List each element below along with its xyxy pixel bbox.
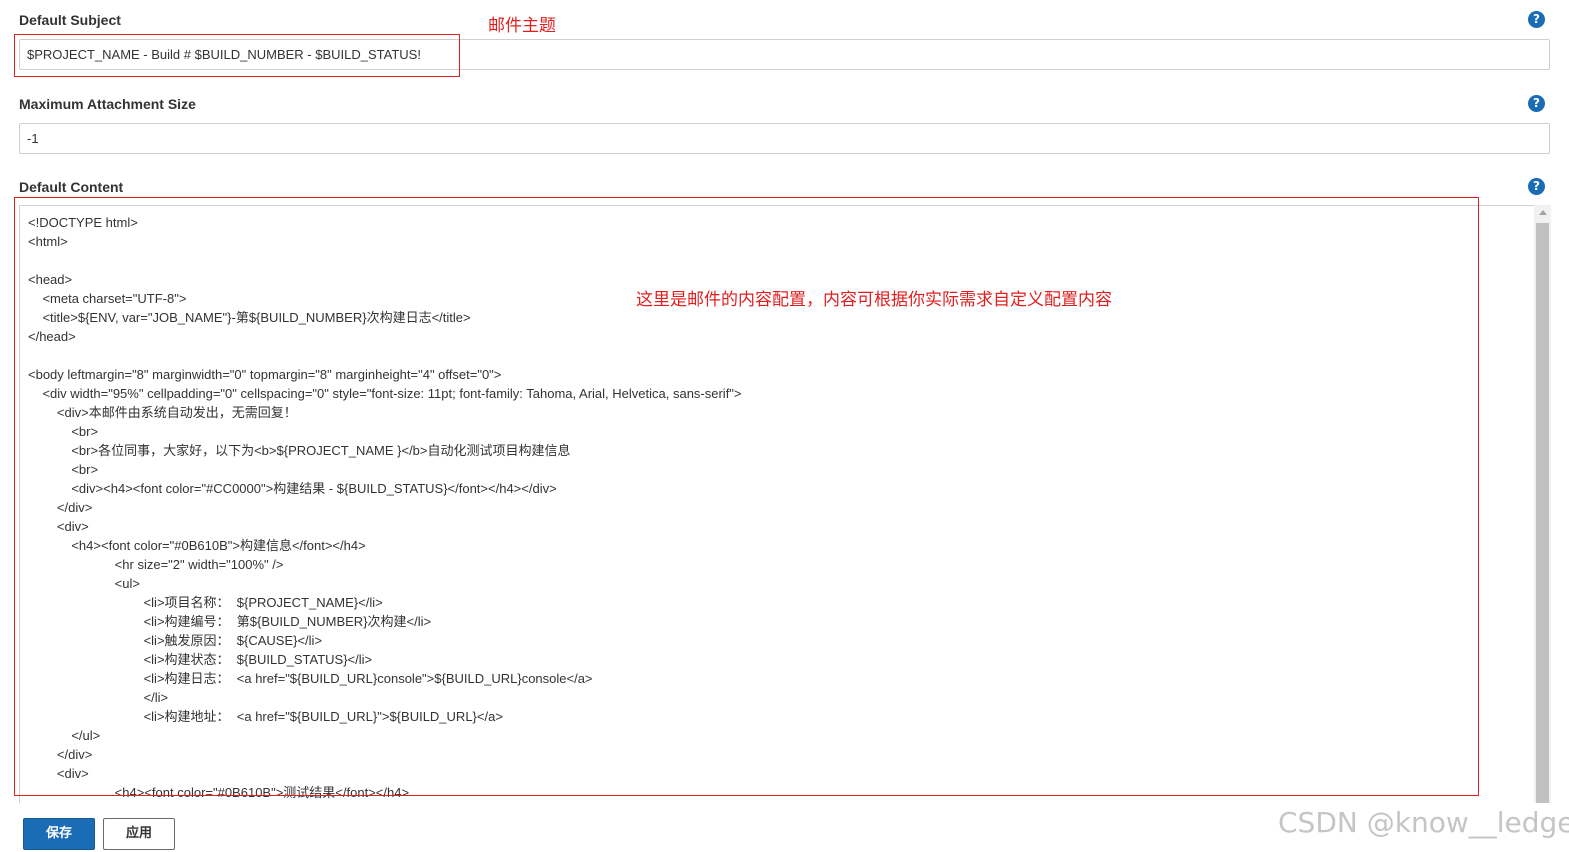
code-line: <div width="95%" cellpadding="0" cellspa…	[28, 386, 742, 401]
code-line: <li>项目名称： ${PROJECT_NAME}</li>	[28, 595, 383, 610]
code-line: <ul>	[28, 576, 140, 591]
code-line: <!DOCTYPE html>	[28, 215, 138, 230]
attachment-help-icon[interactable]: ?	[1528, 95, 1545, 112]
code-line: <title>${ENV, var="JOB_NAME"}-第${BUILD_N…	[28, 310, 471, 325]
code-line: <li>触发原因： ${CAUSE}</li>	[28, 633, 323, 648]
code-line: </head>	[28, 329, 76, 344]
default-subject-input[interactable]: $PROJECT_NAME - Build # $BUILD_NUMBER - …	[19, 39, 1550, 70]
code-line: </div>	[28, 500, 93, 515]
default-content-label: Default Content	[19, 179, 124, 195]
code-line: <head>	[28, 272, 73, 287]
content-code: <!DOCTYPE html> <html> <head> <meta charse…	[28, 213, 742, 802]
code-line: <div><h4><font color="#CC0000">构建结果 - ${…	[28, 481, 557, 496]
save-button[interactable]: 保存	[23, 818, 95, 850]
code-line: <hr size="2" width="100%" />	[28, 557, 284, 572]
max-attachment-size-input[interactable]: -1	[19, 123, 1550, 154]
code-line: <div>本邮件由系统自动发出，无需回复！	[28, 405, 297, 420]
default-subject-label: Default Subject	[19, 12, 121, 28]
subject-help-icon[interactable]: ?	[1528, 11, 1545, 28]
scroll-thumb[interactable]	[1536, 223, 1549, 803]
code-line: <li>构建日志： <a href="${BUILD_URL}console">…	[28, 671, 593, 686]
code-line: </ul>	[28, 728, 101, 743]
code-line: </li>	[28, 690, 169, 705]
apply-button[interactable]: 应用	[103, 818, 175, 850]
code-line: <br>各位同事，大家好，以下为<b>${PROJECT_NAME }</b>自…	[28, 443, 571, 458]
csdn-watermark: CSDN @know__ledge	[1278, 806, 1569, 839]
max-attachment-size-label: Maximum Attachment Size	[19, 96, 196, 112]
code-line: <li>构建地址： <a href="${BUILD_URL}">${BUILD…	[28, 709, 503, 724]
code-line: <meta charset="UTF-8">	[28, 291, 187, 306]
scroll-up-arrow-icon[interactable]	[1539, 210, 1547, 215]
code-line: <br>	[28, 462, 99, 477]
code-line: <div>	[28, 519, 89, 534]
subject-annotation: 邮件主题	[488, 16, 556, 36]
code-line: <h4><font color="#0B610B">测试结果</font></h…	[28, 785, 410, 800]
content-help-icon[interactable]: ?	[1528, 178, 1545, 195]
code-line: <div>	[28, 766, 89, 781]
code-line: <li>构建状态： ${BUILD_STATUS}</li>	[28, 652, 373, 667]
code-line: <h4><font color="#0B610B">构建信息</font></h…	[28, 538, 366, 553]
code-line: <br>	[28, 424, 99, 439]
code-line: </div>	[28, 747, 93, 762]
content-scrollbar[interactable]	[1534, 205, 1551, 803]
code-line: <body leftmargin="8" marginwidth="0" top…	[28, 367, 502, 382]
code-line: <li>构建编号： 第${BUILD_NUMBER}次构建</li>	[28, 614, 432, 629]
content-annotation: 这里是邮件的内容配置，内容可根据你实际需求自定义配置内容	[636, 290, 1112, 310]
code-line: <html>	[28, 234, 68, 249]
